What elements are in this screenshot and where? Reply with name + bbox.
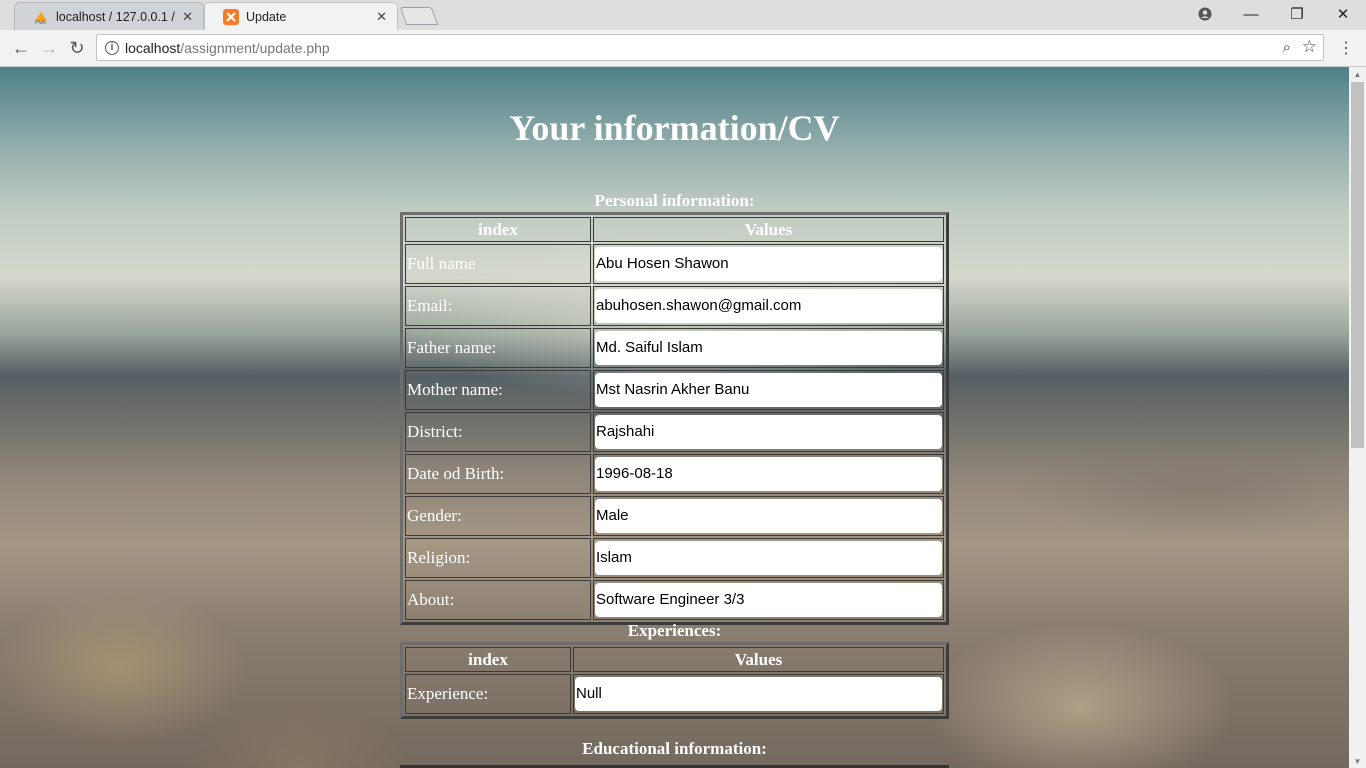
table-row: Full name Abu Hosen Shawon [405,244,944,284]
date-of-birth-value: 1996-08-18 [595,457,942,491]
field-label: Experience: [405,674,571,714]
values-header: Values [593,217,944,242]
tab-phpmyadmin[interactable]: PMA localhost / 127.0.0.1 / php ✕ [14,2,204,30]
page-title: Your information/CV [509,108,840,148]
zoom-icon[interactable]: ⌕ [1283,39,1291,56]
close-window-button[interactable]: ✕ [1320,0,1366,28]
field-label: Date od Birth: [405,454,591,494]
site-info-icon[interactable]: i [105,40,119,55]
experiences-table: index Values Experience: Null [400,642,949,719]
personal-info-table: index Values Full name Abu Hosen Shawon … [400,212,949,625]
browser-menu-icon[interactable]: ⋮ [1338,38,1354,58]
table-row: Father name: Md. Saiful Islam [405,328,944,368]
field-label: Mother name: [405,370,591,410]
field-label: Email: [405,286,591,326]
about-value: Software Engineer 3/3 [595,583,942,617]
table-header-row: index Values [405,217,944,242]
table-row: Religion: Islam [405,538,944,578]
profile-icon[interactable] [1182,0,1228,28]
table-row: Mother name: Mst Nasrin Akher Banu [405,370,944,410]
table-row: About: Software Engineer 3/3 [405,580,944,620]
back-button[interactable]: ← [9,37,33,59]
gender-value: Male [595,499,942,533]
table-row: Gender: Male [405,496,944,536]
phpmyadmin-icon: PMA [35,11,47,25]
page-viewport: Your information/CV Personal information… [0,67,1349,768]
table-header-row: index Values [405,647,944,672]
field-label: Gender: [405,496,591,536]
close-tab-icon[interactable]: ✕ [182,9,193,25]
education-caption: Educational information: [582,739,767,758]
forward-button[interactable]: → [37,37,61,59]
svg-text:PMA: PMA [35,20,47,25]
scroll-thumb[interactable] [1351,82,1364,448]
table-row: Date od Birth: 1996-08-18 [405,454,944,494]
field-label: Full name [405,244,591,284]
minimize-button[interactable]: — [1228,0,1274,28]
tab-title: Update [246,9,287,24]
index-header: index [405,647,571,672]
restore-button[interactable]: ❐ [1274,0,1320,28]
close-tab-icon[interactable]: ✕ [376,9,387,25]
field-label: Father name: [405,328,591,368]
mother-name-value: Mst Nasrin Akher Banu [595,373,942,407]
bookmark-star-icon[interactable]: ☆ [1302,37,1317,57]
district-value: Rajshahi [595,415,942,449]
field-label: District: [405,412,591,452]
scroll-down-arrow-icon[interactable]: ▼ [1349,754,1366,768]
tab-update[interactable]: Update ✕ [204,2,398,30]
table-row: Email: abuhosen.shawon@gmail.com [405,286,944,326]
address-bar[interactable]: i localhost/assignment/update.php ⌕ ☆ [96,34,1324,61]
personal-info-caption: Personal information: [594,191,755,210]
experiences-caption: Experiences: [627,621,722,640]
tab-strip: PMA localhost / 127.0.0.1 / php ✕ Update… [0,0,1366,30]
new-tab-button[interactable] [399,7,439,25]
reload-button[interactable]: ↻ [65,37,89,59]
table-row: District: Rajshahi [405,412,944,452]
values-header: Values [573,647,944,672]
page-scrollbar[interactable]: ▲ ▼ [1349,67,1366,768]
scroll-up-arrow-icon[interactable]: ▲ [1349,67,1366,81]
index-header: index [405,217,591,242]
father-name-value: Md. Saiful Islam [595,331,942,365]
full-name-value: Abu Hosen Shawon [595,247,942,281]
field-label: Religion: [405,538,591,578]
address-host: localhost [125,39,181,56]
tab-title: localhost / 127.0.0.1 / php [56,9,176,24]
email-value: abuhosen.shawon@gmail.com [595,289,942,323]
address-path: /assignment/update.php [180,39,330,56]
browser-toolbar: ← → ↻ i localhost/assignment/update.php … [0,30,1366,67]
xampp-icon [223,8,239,25]
experience-value: Null [575,677,942,711]
table-row: Experience: Null [405,674,944,714]
field-label: About: [405,580,591,620]
religion-value: Islam [595,541,942,575]
